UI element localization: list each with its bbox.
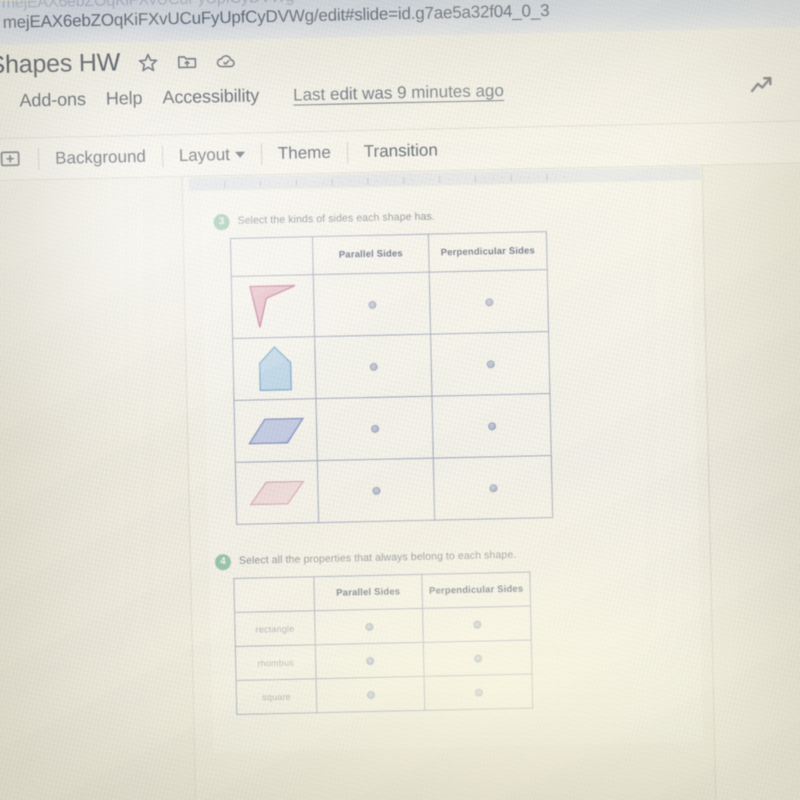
photo-of-screen: oph5 mejEAX6ebZOqKiFXvUCuFyUpfCyDVWg oph… — [0, 0, 800, 800]
background-button[interactable]: Background — [55, 146, 146, 168]
layout-button[interactable]: Layout — [179, 144, 245, 165]
q3-r1-parallel-option[interactable] — [313, 272, 431, 337]
screen-surface: oph5 mejEAX6ebZOqKiFXvUCuFyUpfCyDVWg oph… — [0, 0, 800, 800]
question-4-table[interactable]: Parallel Sides Perpendicular Sides recta… — [233, 571, 534, 715]
q3-shape-concave-dart-quadrilateral — [231, 274, 315, 339]
question-4-header: 4 Select all the properties that always … — [214, 544, 699, 571]
table-row — [232, 331, 550, 401]
option-mark-icon[interactable] — [473, 654, 482, 663]
question-3-header: 3 Select the kinds of sides each shape h… — [213, 204, 691, 231]
option-mark-icon[interactable] — [472, 620, 482, 629]
question-4-prompt: Select all the properties that always be… — [238, 548, 517, 567]
theme-button[interactable]: Theme — [278, 142, 331, 163]
slide-canvas-area[interactable]: · · · | · · · | · · · | · · · | · · · | … — [182, 165, 717, 800]
q3-col-perpendicular: Perpendicular Sides — [428, 231, 548, 273]
menu-bar: ools Add-ons Help Accessibility Last edi… — [0, 80, 504, 113]
option-mark-icon[interactable] — [474, 688, 483, 697]
option-mark-icon[interactable] — [365, 656, 374, 665]
editor-body: · · · | · · · | · · · | · · · | · · · | … — [0, 163, 800, 800]
table-row — [235, 455, 553, 525]
parallelogram-pink-icon — [249, 480, 304, 505]
question-3-badge: 3 — [213, 213, 230, 231]
q4-col-perpendicular: Perpendicular Sides — [421, 572, 531, 609]
concave-dart-quadrilateral-icon — [248, 284, 295, 328]
q4-rectangle-parallel-option[interactable] — [314, 608, 424, 645]
layout-button-label: Layout — [178, 144, 231, 165]
table-row — [231, 269, 549, 339]
last-edit-link[interactable]: Last edit was 9 minutes ago — [293, 81, 504, 106]
q3-r4-perpendicular-option[interactable] — [433, 455, 553, 521]
pentagon-house-icon — [258, 345, 292, 391]
slide-filmstrip-panel[interactable] — [0, 177, 197, 800]
option-mark-icon[interactable] — [366, 690, 375, 699]
q3-shape-pentagon-house — [232, 336, 316, 401]
document-title-row: g Shapes HW — [0, 46, 237, 81]
option-mark-icon[interactable] — [488, 483, 498, 492]
docs-header: g Shapes HW — [0, 27, 800, 140]
table-header-row: Parallel Sides Perpendicular Sides — [230, 231, 548, 277]
q4-square-perpendicular-option[interactable] — [424, 674, 533, 711]
option-mark-icon[interactable] — [370, 424, 379, 433]
q3-r3-parallel-option[interactable] — [315, 396, 434, 461]
toolbar-divider-2 — [161, 144, 164, 167]
option-mark-icon[interactable] — [364, 622, 374, 631]
question-4-badge: 4 — [214, 554, 232, 571]
toolbar-divider-1 — [37, 147, 40, 170]
toolbar-divider-3 — [260, 142, 263, 165]
new-slide-icon[interactable] — [0, 147, 22, 172]
option-mark-icon[interactable] — [369, 362, 378, 371]
q4-rectangle-perpendicular-option[interactable] — [422, 606, 532, 643]
q3-r4-parallel-option[interactable] — [317, 458, 435, 523]
q3-col-parallel: Parallel Sides — [312, 234, 430, 275]
table-row — [233, 393, 552, 463]
q4-row-label-square: square — [236, 678, 317, 715]
q3-r3-perpendicular-option[interactable] — [431, 393, 552, 459]
option-mark-icon[interactable] — [487, 421, 496, 430]
q4-row-label-rhombus: rhombus — [235, 644, 317, 681]
menu-item-help[interactable]: Help — [106, 88, 143, 110]
question-3-block: 3 Select the kinds of sides each shape h… — [201, 204, 698, 526]
question-3-prompt: Select the kinds of sides each shape has… — [237, 210, 435, 227]
slide-canvas[interactable]: 3 Select the kinds of sides each shape h… — [200, 181, 704, 753]
transition-button[interactable]: Transition — [364, 140, 438, 162]
q3-col-shape — [230, 236, 314, 277]
table-row: square — [236, 674, 533, 715]
q3-shape-parallelogram-blue — [233, 398, 318, 463]
question-4-block: 4 Select all the properties that always … — [209, 544, 702, 716]
option-mark-icon[interactable] — [486, 359, 495, 368]
q4-rhombus-perpendicular-option[interactable] — [423, 640, 533, 677]
option-mark-icon[interactable] — [371, 486, 381, 495]
q3-r2-parallel-option[interactable] — [314, 334, 432, 399]
q4-rhombus-parallel-option[interactable] — [315, 642, 425, 679]
q3-r1-perpendicular-option[interactable] — [429, 269, 549, 335]
menu-item-accessibility[interactable]: Accessibility — [162, 85, 259, 108]
option-mark-icon[interactable] — [484, 297, 493, 306]
move-to-folder-icon[interactable] — [176, 50, 198, 72]
option-mark-icon[interactable] — [367, 300, 377, 309]
table-header-row: Parallel Sides Perpendicular Sides — [233, 572, 531, 613]
q4-square-parallel-option[interactable] — [316, 676, 425, 713]
question-3-table[interactable]: Parallel Sides Perpendicular Sides — [229, 231, 554, 525]
chevron-down-icon — [234, 151, 245, 158]
page-title[interactable]: g Shapes HW — [0, 48, 120, 80]
q3-r2-perpendicular-option[interactable] — [430, 331, 550, 397]
header-right-actions — [748, 71, 800, 99]
q3-shape-parallelogram-pink — [235, 460, 319, 525]
q4-row-label-rectangle: rectangle — [234, 610, 316, 647]
menu-item-add-ons[interactable]: Add-ons — [19, 89, 86, 111]
star-icon[interactable] — [137, 51, 159, 73]
q4-col-parallel: Parallel Sides — [313, 574, 423, 611]
activity-trend-icon[interactable] — [748, 72, 775, 99]
q4-col-shape — [233, 576, 315, 613]
toolbar-divider-4 — [346, 140, 349, 163]
cloud-saved-icon[interactable] — [215, 49, 237, 71]
parallelogram-blue-icon — [247, 417, 304, 444]
